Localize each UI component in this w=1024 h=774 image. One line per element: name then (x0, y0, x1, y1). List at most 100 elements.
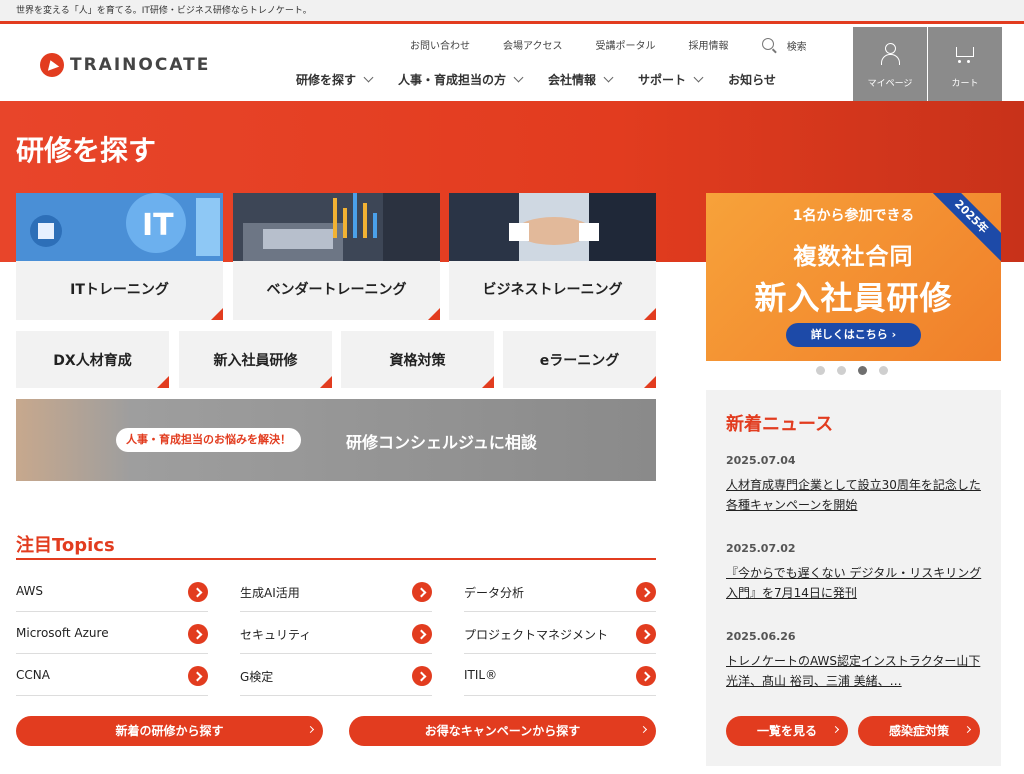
chevron-down-icon (603, 72, 614, 83)
topic-item[interactable]: G検定 (240, 654, 432, 696)
cart-icon (952, 45, 976, 65)
arrow-right-icon (636, 582, 656, 602)
logo-icon (40, 53, 64, 77)
chevron-right-icon (831, 725, 840, 734)
nav-support[interactable]: サポート (638, 71, 704, 88)
card-vendor-training[interactable]: ベンダートレーニング (233, 193, 440, 320)
concierge-pill: 人事・育成担当のお悩みを解決！ (116, 428, 301, 452)
topic-label: AWS (16, 584, 44, 598)
news-title: 新着ニュース (726, 414, 834, 435)
corner-accent (211, 308, 223, 320)
search-link[interactable]: 検索 (761, 37, 807, 53)
topic-item[interactable]: セキュリティ (240, 612, 432, 654)
card-it-training[interactable]: IT ITトレーニング (16, 193, 223, 320)
topic-label: 生成AI活用 (240, 586, 300, 600)
topic-label: プロジェクトマネジメント (464, 628, 609, 642)
chevron-down-icon (693, 72, 704, 83)
arrow-right-icon (188, 624, 208, 644)
banner-details-button[interactable]: 詳しくはこちら › (786, 323, 921, 347)
business-training-photo (449, 193, 656, 261)
cart-button[interactable]: カート (928, 27, 1002, 101)
util-link-recruit[interactable]: 採用情報 (689, 37, 729, 53)
card-business-training[interactable]: ビジネストレーニング (449, 193, 656, 320)
arrow-right-icon (188, 666, 208, 686)
news-item[interactable]: 2025.07.04 人材育成専門企業として設立30周年を記念した各種キャンペー… (726, 454, 986, 515)
carousel-dot[interactable] (837, 366, 846, 375)
chevron-right-icon (963, 725, 972, 734)
corner-accent (320, 376, 332, 388)
topic-item[interactable]: プロジェクトマネジメント (464, 612, 656, 654)
arrow-right-icon (188, 582, 208, 602)
corner-accent (157, 376, 169, 388)
topic-item[interactable]: 生成AI活用 (240, 570, 432, 612)
carousel-dots (816, 366, 900, 375)
topics-divider (16, 558, 656, 560)
util-link-venue[interactable]: 会場アクセス (503, 37, 563, 53)
carousel-dot-active[interactable] (858, 366, 867, 375)
card-certification[interactable]: 資格対策 (341, 331, 494, 388)
news-item[interactable]: 2025.07.02 『今からでも遅くない デジタル・リスキリング入門』を7月1… (726, 542, 986, 603)
carousel-dot[interactable] (816, 366, 825, 375)
news-date: 2025.06.26 (726, 630, 796, 643)
logo[interactable]: TRAINOCATE (40, 53, 210, 77)
nav-label: 会社情報 (548, 73, 597, 87)
infection-measures-button[interactable]: 感染症対策 (858, 716, 980, 746)
news-date: 2025.07.04 (726, 454, 796, 467)
vendor-training-photo (233, 193, 440, 261)
news-text[interactable]: トレノケートのAWS認定インストラクター山下 光洋、髙山 裕司、三浦 美緒、… (726, 651, 986, 691)
topic-item[interactable]: Microsoft Azure (16, 612, 208, 654)
button-label: 感染症対策 (888, 724, 949, 738)
news-item[interactable]: 2025.06.26 トレノケートのAWS認定インストラクター山下 光洋、髙山 … (726, 630, 986, 691)
arrow-right-icon (412, 582, 432, 602)
campaign-button[interactable]: お得なキャンペーンから探す (349, 716, 656, 746)
nav-hr[interactable]: 人事・育成担当の方 (398, 71, 524, 88)
card-elearning[interactable]: eラーニング (503, 331, 656, 388)
nav-find-training[interactable]: 研修を探す (296, 71, 374, 88)
news-text[interactable]: 人材育成専門企業として設立30周年を記念した各種キャンペーンを開始 (726, 475, 986, 515)
page-title: 研修を探す (16, 134, 157, 167)
util-link-portal[interactable]: 受講ポータル (596, 37, 656, 53)
topic-label: セキュリティ (240, 628, 312, 642)
news-list-button[interactable]: 一覧を見る (726, 716, 848, 746)
chevron-down-icon (513, 72, 524, 83)
chevron-down-icon (363, 72, 374, 83)
card-label: ITトレーニング (70, 282, 169, 298)
arrow-right-icon (412, 666, 432, 686)
tagline: 世界を変える「人」を育てる。IT研修・ビジネス研修ならトレノケート。 (16, 6, 312, 16)
card-label: eラーニング (539, 353, 620, 369)
corner-accent (644, 376, 656, 388)
nav-company[interactable]: 会社情報 (548, 71, 614, 88)
news-text[interactable]: 『今からでも遅くない デジタル・リスキリング入門』を7月14日に発刊 (726, 563, 986, 603)
promo-banner[interactable]: 2025年 1名から参加できる 複数社合同 新入社員研修 詳しくはこちら › (706, 193, 1001, 361)
card-dx[interactable]: DX人材育成 (16, 331, 169, 388)
card-label: 資格対策 (389, 353, 446, 369)
arrow-right-icon (636, 624, 656, 644)
site-header: TRAINOCATE お問い合わせ 会場アクセス 受講ポータル 採用情報 検索 … (0, 27, 1024, 101)
topic-label: G検定 (240, 670, 274, 684)
nav-label: 人事・育成担当の方 (398, 73, 507, 87)
topic-item[interactable]: AWS (16, 570, 208, 612)
nav-label: お知らせ (728, 73, 776, 87)
card-label: ビジネストレーニング (482, 282, 623, 298)
card-new-employee[interactable]: 新入社員研修 (179, 331, 332, 388)
nav-label: 研修を探す (296, 73, 357, 87)
topic-label: Microsoft Azure (16, 626, 109, 640)
util-link-contact[interactable]: お問い合わせ (410, 37, 470, 53)
topic-item[interactable]: ITIL® (464, 654, 656, 696)
topic-label: ITIL® (464, 668, 498, 682)
concierge-banner[interactable]: 人事・育成担当のお悩みを解決！ 研修コンシェルジュに相談 (16, 399, 656, 481)
carousel-dot[interactable] (879, 366, 888, 375)
topic-item[interactable]: データ分析 (464, 570, 656, 612)
corner-accent (644, 308, 656, 320)
button-label: 一覧を見る (756, 724, 817, 738)
corner-accent (428, 308, 440, 320)
utility-nav: お問い合わせ 会場アクセス 受講ポータル 採用情報 検索 (410, 37, 807, 53)
mypage-button[interactable]: マイページ (853, 27, 927, 101)
new-courses-button[interactable]: 新着の研修から探す (16, 716, 323, 746)
search-label: 検索 (786, 42, 807, 53)
it-training-photo: IT (16, 193, 223, 261)
topic-item[interactable]: CCNA (16, 654, 208, 696)
button-label: お得なキャンペーンから探す (424, 724, 581, 738)
news-date: 2025.07.02 (726, 542, 796, 555)
nav-news[interactable]: お知らせ (728, 71, 776, 88)
